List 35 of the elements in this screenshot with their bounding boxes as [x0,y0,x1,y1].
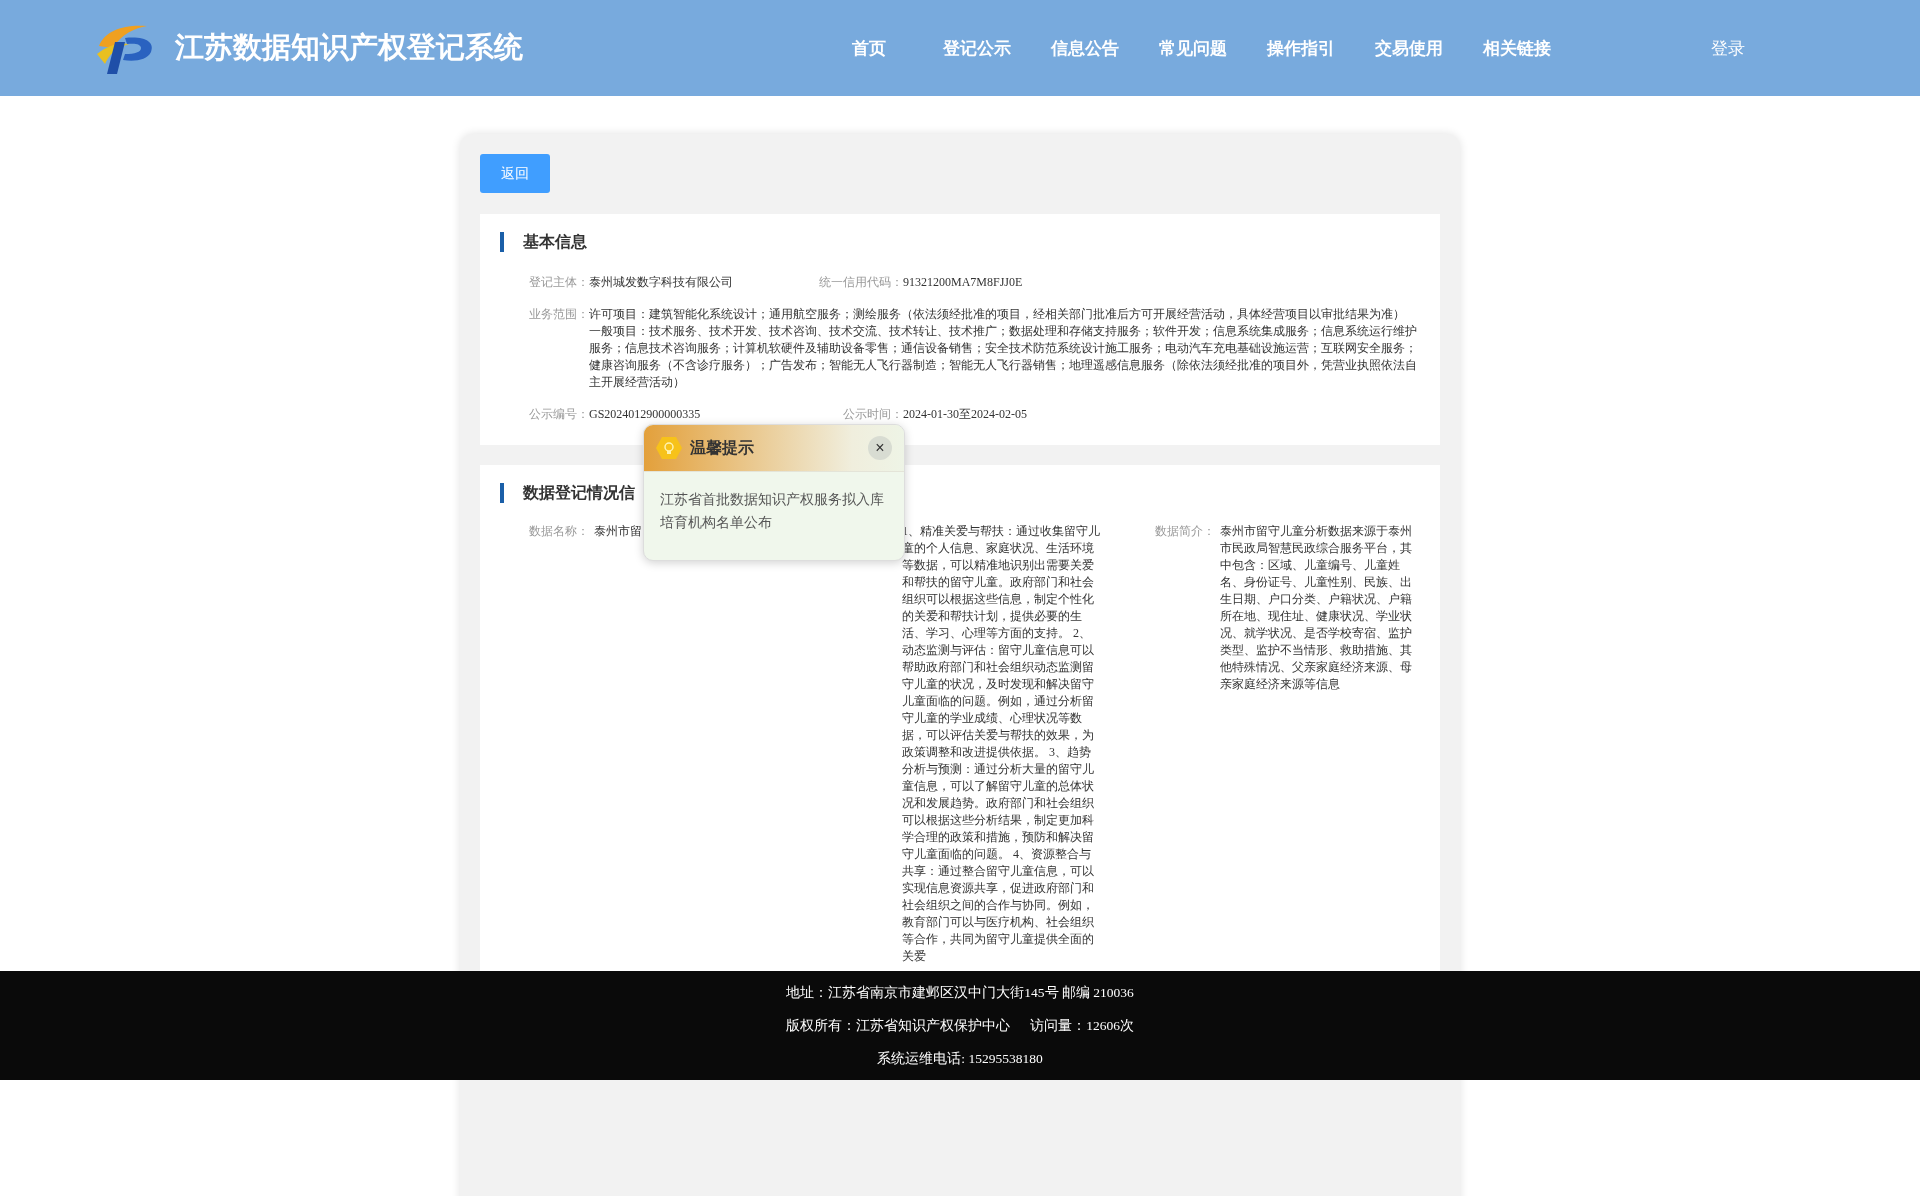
field-label: 登记主体： [529,274,589,291]
field-value: 许可项目：建筑智能化系统设计；通用航空服务；测绘服务（依法须经批准的项目，经相关部门批准后方可开展经营活动，具体经营项目以审批结果为准） [589,306,1406,323]
footer-text: 访问量：12606次 [1030,1016,1134,1035]
field-value: 91321200MA7M8FJJ0E [903,274,1023,291]
field-value: 一般项目：技术服务、技术开发、技术咨询、技术交流、技术转让、技术推广；数据处理和存储支持服务；软件开发；信息系统集成服务；信息系统运行维护服务；信息技术咨询服务；计算机软硬件及辅助设备零售；通信设备销售；安全技术防范系统设计施工服务；电动汽车充电基础设施运营；互联网安全服务；健康咨询服务（不含诊疗服务）；广告发布；智能无人飞行器制造；智能无人飞行器销售；地理遥感信息服务（除依法须经批准的项目外，凭营业执照依法自主开展经营活动） [589,323,1418,391]
nav-link[interactable]: 常见问题 [1139,36,1247,60]
nav-link[interactable]: 登记公示 [923,36,1031,60]
field-value: GS2024012900000335 [589,406,701,423]
back-button[interactable]: 返回 [480,154,550,193]
section-title: 数据登记情况信 [523,483,635,503]
field-label: 统一信用代码： [819,274,903,291]
login-link[interactable]: 登录 [1711,36,1745,60]
field-value: 泰州市留 [594,523,643,540]
field-label: 公示编号： [529,406,589,423]
site-title: 江苏数据知识产权登记系统 [175,29,524,66]
nav-link[interactable]: 操作指引 [1247,36,1355,60]
field-value: 泰州市留守儿童分析数据来源于泰州市民政局智慧民政综合服务平台，其中包含：区域、儿童编号、儿童姓名、身份证号、儿童性别、民族、出生日期、户口分类、户籍状况、户籍所在地、现住址、健康状况、学业状况、就学状况、是否学校寄宿、监护类型、监护不当情形、救助措施、其他特殊情况、父亲家庭经济来源、母亲家庭经济来源等信息 [1220,523,1413,693]
field-label: 业务范围： [529,306,589,323]
field-label: 数据名称： [529,523,590,540]
close-button[interactable]: × [868,436,892,460]
footer-text: 地址：江苏省南京市建邺区汉中门大街145号 邮编 210036 [786,983,1134,1002]
field-value: 泰州城发数字科技有限公司 [589,274,733,291]
nav-link[interactable]: 信息公告 [1031,36,1139,60]
nav-link[interactable]: 交易使用 [1355,36,1463,60]
field-label: 公示时间： [843,406,903,423]
field-label: 数据简介： [1155,523,1216,540]
footer-text: 版权所有：江苏省知识产权保护中心 [786,1016,1011,1035]
bulb-icon [656,436,682,460]
field-value: 2024-01-30至2024-02-05 [903,406,1027,423]
section-title: 基本信息 [523,232,587,252]
nav-link[interactable]: 首页 [815,36,923,60]
footer-text: 系统运维电话: 15295538180 [877,1049,1043,1068]
popup-title: 温馨提示 [690,437,755,459]
nav-link[interactable]: 相关链接 [1463,36,1571,60]
popup-message[interactable]: 江苏省首批数据知识产权服务拟入库培育机构名单公布 [660,488,888,534]
